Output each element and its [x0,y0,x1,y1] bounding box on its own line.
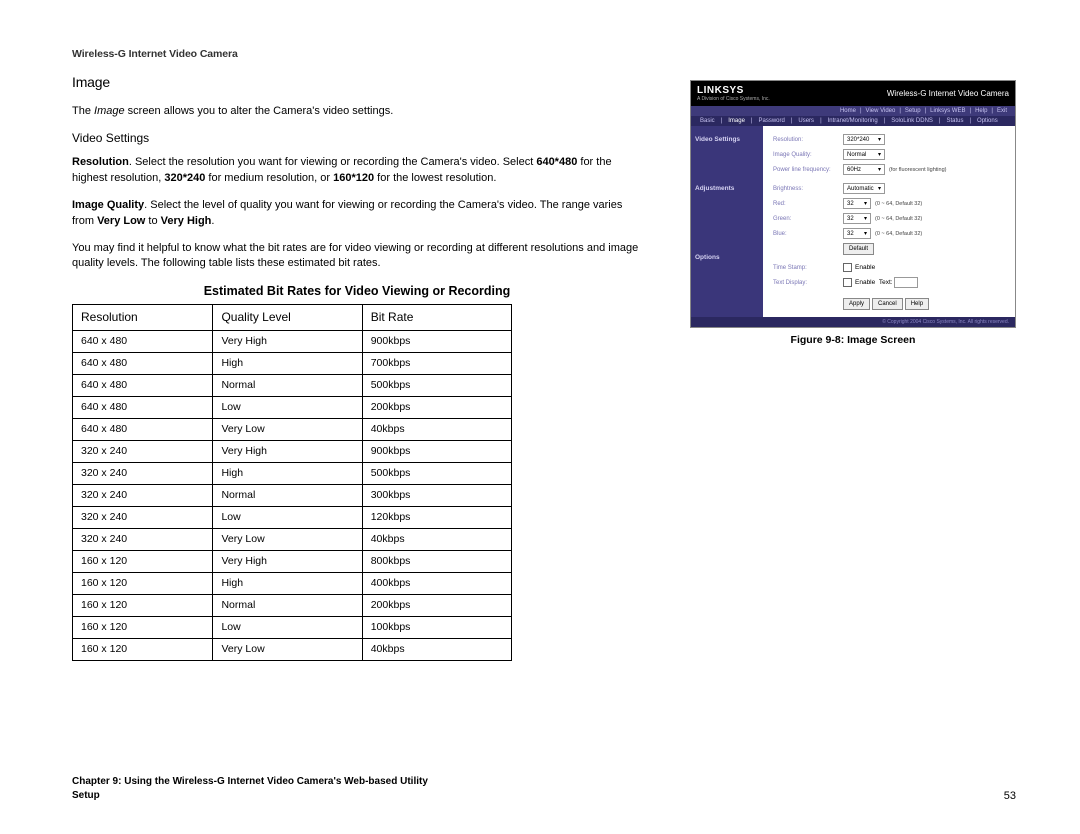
ss-product: Wireless-G Internet Video Camera [887,89,1009,98]
ss-tab-item[interactable]: Users [798,118,814,124]
footer-section: Setup [72,789,428,803]
ss-tab-item[interactable]: Status [946,118,963,124]
ss-tab-item[interactable]: Password [758,118,784,124]
table-row: 640 x 480Low200kbps [73,396,512,418]
ss-tab-item[interactable]: Basic [700,118,715,124]
ss-nav-item[interactable]: Home [840,108,856,114]
table-row: 160 x 120Very Low40kbps [73,638,512,660]
ss-textdisplay-check[interactable] [843,278,852,287]
col-bitrate: Bit Rate [362,304,511,330]
table-row: 160 x 120Normal200kbps [73,594,512,616]
bitrate-table: Resolution Quality Level Bit Rate 640 x … [72,304,512,661]
ss-nav-item[interactable]: Setup [905,108,921,114]
table-row: 640 x 480High700kbps [73,352,512,374]
resolution-paragraph: Resolution. Select the resolution you wa… [72,155,642,186]
ss-quality-select[interactable]: Normal [843,149,885,160]
bitrate-paragraph: You may find it helpful to know what the… [72,241,642,272]
ss-nav-item[interactable]: Help [975,108,987,114]
footer-chapter: Chapter 9: Using the Wireless-G Internet… [72,775,428,789]
table-row: 160 x 120High400kbps [73,572,512,594]
ss-brightness-select[interactable]: Automatic [843,183,885,194]
ss-resolution-select[interactable]: 320*240 [843,134,885,145]
table-row: 320 x 240High500kbps [73,462,512,484]
ss-red-select[interactable]: 32 [843,198,871,209]
col-resolution: Resolution [73,304,213,330]
section-title: Image [72,74,642,90]
ss-nav-item[interactable]: Exit [997,108,1007,114]
ss-help-button[interactable]: Help [905,298,929,310]
figure-image-screen: LINKSYS A Division of Cisco Systems, Inc… [690,80,1016,328]
ss-copyright: © Copyright 2004 Cisco Systems, Inc. All… [691,317,1015,327]
reso-bold: Resolution [72,156,129,168]
ss-subbrand: A Division of Cisco Systems, Inc. [697,96,770,102]
ss-tab-item[interactable]: Intranet/Monitoring [828,118,878,124]
right-column: LINKSYS A Division of Cisco Systems, Inc… [690,74,1016,661]
table-row: 640 x 480Very High900kbps [73,330,512,352]
quality-paragraph: Image Quality. Select the level of quali… [72,198,642,229]
ss-tab-item[interactable]: Image [728,118,745,124]
table-row: 160 x 120Very High800kbps [73,550,512,572]
page-number: 53 [1004,790,1016,802]
table-row: 640 x 480Very Low40kbps [73,418,512,440]
intro-post: screen allows you to alter the Camera's … [125,105,394,117]
ss-tab-item[interactable]: SoloLink DDNS [891,118,933,124]
table-row: 640 x 480Normal500kbps [73,374,512,396]
ss-sidebar: Video Settings Adjustments Options [691,126,763,317]
table-title: Estimated Bit Rates for Video Viewing or… [72,284,642,298]
table-row: 320 x 240Low120kbps [73,506,512,528]
ss-group-video: Video Settings [695,132,759,149]
col-quality: Quality Level [213,304,362,330]
ss-cancel-button[interactable]: Cancel [872,298,903,310]
left-column: Image The Image screen allows you to alt… [72,74,642,661]
table-row: 160 x 120Low100kbps [73,616,512,638]
intro-text: The Image screen allows you to alter the… [72,104,642,119]
ss-timestamp-check[interactable] [843,263,852,272]
ss-nav-primary: Home|View Video|Setup|Linksys WEB|Help|E… [691,106,1015,116]
figure-caption: Figure 9-8: Image Screen [791,334,916,346]
ss-green-select[interactable]: 32 [843,213,871,224]
subsection-title: Video Settings [72,131,642,145]
ss-plf-select[interactable]: 60Hz [843,164,885,175]
ss-group-adjust: Adjustments [695,181,759,198]
intro-pre: The [72,105,94,117]
page-footer: Chapter 9: Using the Wireless-G Internet… [72,775,1016,802]
table-row: 320 x 240Very Low40kbps [73,528,512,550]
ss-nav-item[interactable]: View Video [866,108,896,114]
intro-em: Image [94,105,125,117]
ss-text-input[interactable] [894,277,918,288]
ss-default-button[interactable]: Default [843,243,874,255]
ss-tab-item[interactable]: Options [977,118,998,124]
document-header: Wireless-G Internet Video Camera [72,48,1016,60]
ss-nav-secondary: Basic|Image|Password|Users|Intranet/Moni… [691,116,1015,126]
table-row: 320 x 240Very High900kbps [73,440,512,462]
ss-nav-item[interactable]: Linksys WEB [930,108,965,114]
ss-blue-select[interactable]: 32 [843,228,871,239]
table-row: 320 x 240Normal300kbps [73,484,512,506]
ss-apply-button[interactable]: Apply [843,298,870,310]
ss-main: Resolution:320*240 Image Quality:Normal … [763,126,1015,317]
ss-group-options: Options [695,250,759,267]
ss-brand: LINKSYS [697,85,770,96]
